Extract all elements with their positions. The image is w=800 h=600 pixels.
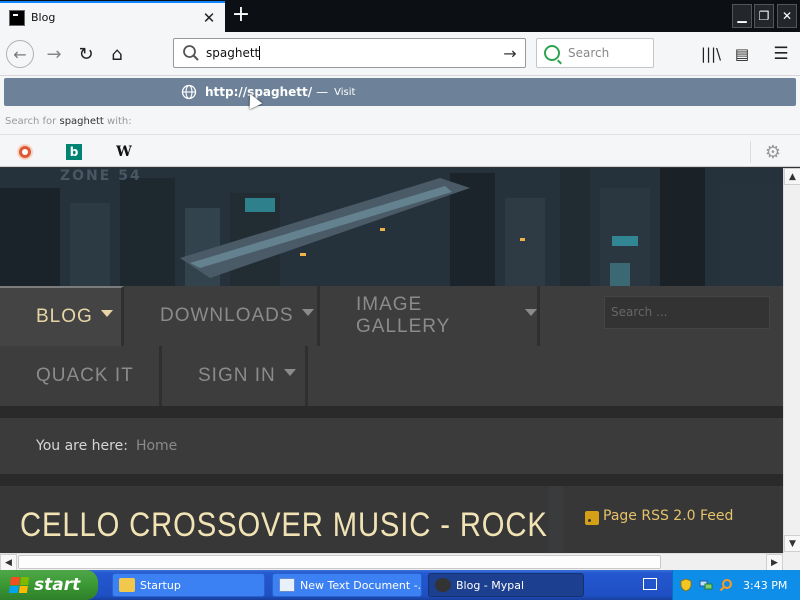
keyboard-icon[interactable] <box>643 578 657 590</box>
web-page-content: ZONE 54 BLOG DOWNLOADS IMAGE GALLERY Sea… <box>0 168 783 553</box>
taskbar-item-startup[interactable]: Startup <box>112 573 265 597</box>
menu-item-label: IMAGE GALLERY <box>356 294 451 337</box>
url-bar[interactable]: spaghett → <box>173 38 526 68</box>
browser-icon <box>435 578 451 592</box>
start-button[interactable]: start <box>0 570 98 600</box>
folder-icon <box>119 578 135 592</box>
breadcrumb-home-link[interactable]: Home <box>136 438 177 454</box>
one-off-search-engines: b W ⚙ <box>0 134 800 167</box>
suggestion-action: Visit <box>334 86 356 98</box>
system-tray: 3:43 PM <box>672 570 800 600</box>
menu-item-label: BLOG <box>36 306 93 327</box>
tab-title: Blog <box>31 11 56 24</box>
taskbar-item-label: Startup <box>140 578 181 592</box>
windows-logo-icon <box>8 577 30 593</box>
back-button[interactable]: ← <box>6 40 34 68</box>
sidebar-toggle-button[interactable]: ▤ <box>728 40 756 68</box>
reload-button[interactable]: ↻ <box>72 40 100 68</box>
caret-down-icon <box>100 309 113 317</box>
home-button[interactable]: ⌂ <box>103 40 131 68</box>
sidebar-panel: Page RSS 2.0 Feed <box>563 486 783 553</box>
shield-icon[interactable] <box>679 578 693 592</box>
site-logo[interactable]: ZONE 54 <box>60 168 142 184</box>
article-panel: CELLO CROSSOVER MUSIC - ROCK <box>0 486 549 553</box>
site-banner-image: ZONE 54 <box>0 168 783 286</box>
search-placeholder: Search <box>568 46 610 60</box>
menu-item-label: DOWNLOADS <box>160 305 294 326</box>
wikipedia-engine-button[interactable]: W <box>114 142 134 162</box>
menu-item-downloads[interactable]: DOWNLOADS <box>124 286 320 346</box>
taskbar-item-blog-mypal[interactable]: Blog - Mypal <box>428 573 584 597</box>
scroll-right-arrow-icon[interactable]: ▶ <box>766 554 783 571</box>
go-arrow-icon[interactable]: → <box>499 44 521 63</box>
main-menu-row-1: BLOG DOWNLOADS IMAGE GALLERY Search ... <box>0 286 783 346</box>
menu-item-blog[interactable]: BLOG <box>0 286 124 346</box>
forward-button[interactable]: → <box>40 40 68 68</box>
article-title[interactable]: CELLO CROSSOVER MUSIC - ROCK <box>20 506 548 545</box>
site-search-input[interactable]: Search ... <box>604 296 770 329</box>
duckduckgo-engine-button[interactable] <box>15 142 35 162</box>
minimize-button[interactable]: ▁ <box>732 4 752 28</box>
search-with-label: Search for spaghett with: <box>5 116 132 127</box>
horizontal-scroll-thumb[interactable] <box>18 555 661 569</box>
url-input[interactable]: spaghett <box>206 46 499 61</box>
taskbar-clock[interactable]: 3:43 PM <box>743 579 787 592</box>
rss-icon <box>585 511 599 525</box>
globe-icon <box>181 84 197 100</box>
site-favicon-icon <box>9 9 25 26</box>
menu-item-sign-in[interactable]: SIGN IN <box>162 346 308 406</box>
duckduckgo-icon <box>17 144 33 160</box>
bing-engine-button[interactable]: b <box>64 142 84 162</box>
caret-down-icon <box>301 308 314 316</box>
search-bar[interactable]: Search <box>536 38 654 68</box>
search-icon <box>183 45 199 61</box>
city-skyline-image <box>0 168 783 286</box>
breadcrumb-label: You are here: <box>36 438 128 454</box>
taskbar-item-notepad[interactable]: New Text Document -... <box>272 573 422 597</box>
menu-item-image-gallery[interactable]: IMAGE GALLERY <box>320 286 540 346</box>
restore-button[interactable]: ❐ <box>754 4 774 28</box>
horizontal-scrollbar[interactable]: ◀ ▶ <box>0 553 783 571</box>
breadcrumb: You are here: Home <box>0 418 783 474</box>
taskbar-item-label: Blog - Mypal <box>456 578 525 592</box>
scroll-left-arrow-icon[interactable]: ◀ <box>0 554 17 571</box>
engines-divider <box>750 141 751 163</box>
search-tray-icon[interactable] <box>719 578 733 592</box>
navigation-toolbar: ← → ↻ ⌂ spaghett → Search |||\ ▤ ☰ <box>0 32 800 76</box>
menu-item-label: SIGN IN <box>198 365 276 386</box>
section-divider <box>0 406 783 418</box>
start-label: start <box>34 575 81 595</box>
menu-button[interactable]: ☰ <box>767 40 795 68</box>
network-icon[interactable] <box>699 578 713 592</box>
search-settings-gear-icon[interactable]: ⚙ <box>763 142 783 163</box>
menu-item-quack-it[interactable]: QUACK IT <box>0 346 162 406</box>
url-suggestions-dropdown: http://spaghett/ — Visit Search for spag… <box>0 76 800 167</box>
menu-item-label: QUACK IT <box>36 365 134 386</box>
close-window-button[interactable]: ✕ <box>777 4 797 28</box>
scrollbar-corner <box>783 553 800 570</box>
suggestion-visit-url[interactable]: http://spaghett/ — Visit <box>4 78 796 106</box>
taskbar-item-label: New Text Document -... <box>300 578 422 592</box>
library-button[interactable]: |||\ <box>697 40 725 68</box>
windows-taskbar: start Startup New Text Document -... Blo… <box>0 570 800 600</box>
tab-blog[interactable]: Blog ✕ <box>0 1 225 32</box>
tab-bar: Blog ✕ + ▁ ❐ ✕ <box>0 0 800 32</box>
scroll-down-arrow-icon[interactable]: ▼ <box>784 535 800 552</box>
notepad-icon <box>279 578 295 592</box>
caret-down-icon <box>525 308 537 316</box>
main-menu-row-2: QUACK IT SIGN IN <box>0 346 783 406</box>
suggestion-separator: — <box>316 85 329 99</box>
vertical-scrollbar[interactable]: ▲ ▼ <box>783 168 800 553</box>
new-tab-button[interactable]: + <box>229 4 253 28</box>
rss-feed-link[interactable]: Page RSS 2.0 Feed <box>603 508 733 524</box>
caret-down-icon <box>283 368 296 376</box>
scroll-up-arrow-icon[interactable]: ▲ <box>784 168 800 185</box>
search-engine-icon[interactable] <box>544 45 560 61</box>
section-divider <box>0 474 783 486</box>
close-tab-icon[interactable]: ✕ <box>199 9 219 27</box>
bing-icon: b <box>66 144 82 160</box>
